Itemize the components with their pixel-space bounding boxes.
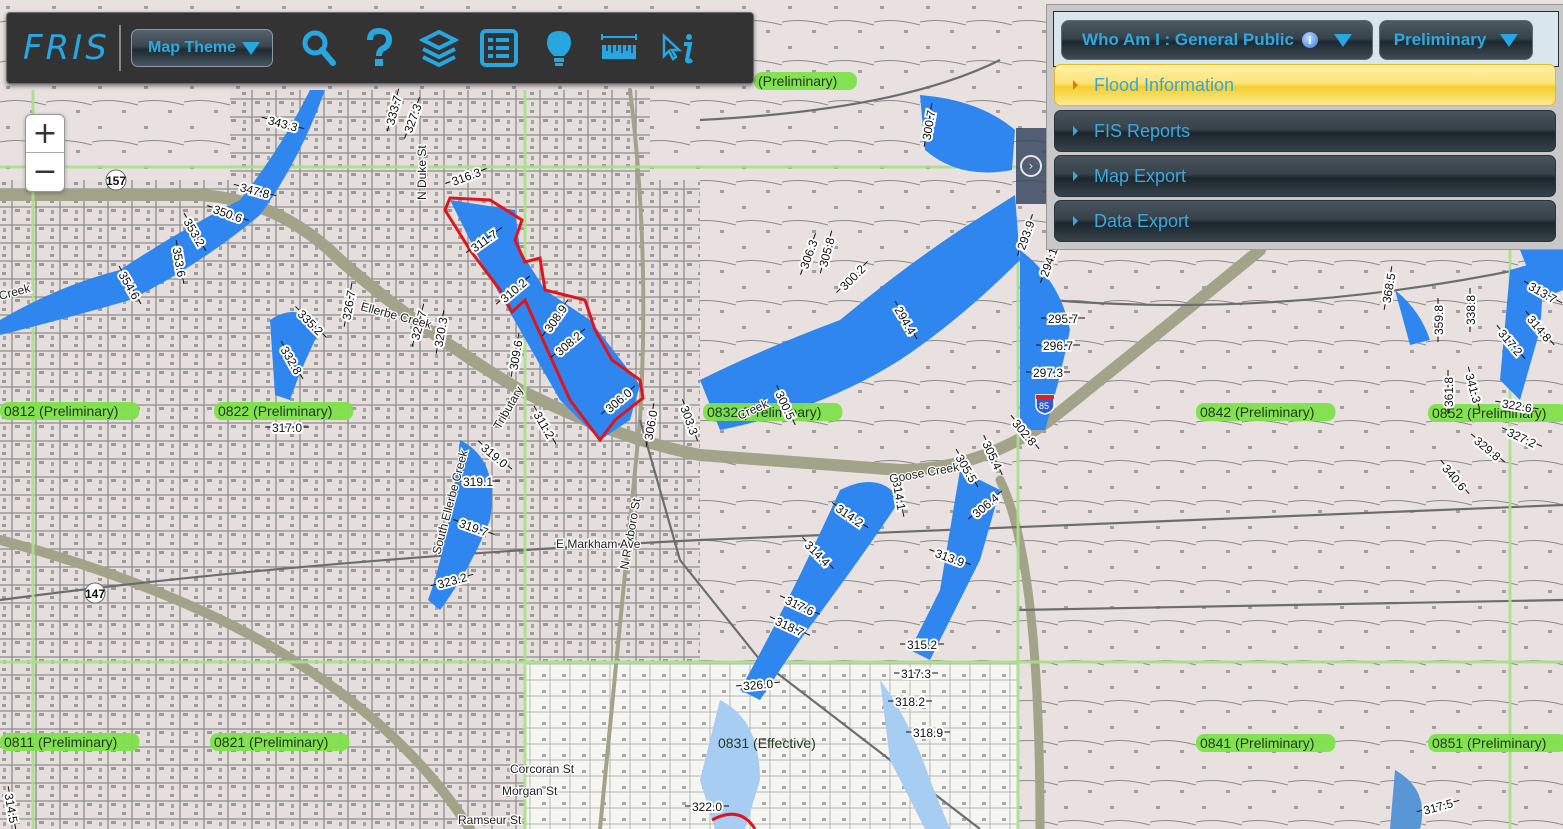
panel-label[interactable]: 0841 (Preliminary) <box>1196 734 1336 752</box>
bfe-label-text: 315.2 <box>907 638 937 652</box>
bfe-label-text: 319.1 <box>463 475 493 489</box>
route-shield: 147 <box>84 582 106 604</box>
street-label: Ramseur St <box>458 813 522 827</box>
panel-label[interactable]: 0821 (Preliminary) <box>210 733 350 751</box>
route-shield: 157 <box>105 169 127 191</box>
status-label: Preliminary <box>1393 30 1487 49</box>
panel-label-text: 0841 (Preliminary) <box>1200 735 1314 751</box>
street-label: Morgan St <box>502 784 558 798</box>
map-theme-label: Map Theme <box>148 39 237 56</box>
section-label: Flood Information <box>1094 74 1235 95</box>
section-label: Map Export <box>1094 165 1187 186</box>
panel-label[interactable]: 0812 (Preliminary) <box>0 402 140 420</box>
panel-label[interactable]: 0842 (Preliminary) <box>1196 403 1336 421</box>
legend-button[interactable] <box>471 20 527 76</box>
shield-number: 157 <box>106 174 126 188</box>
panel-label-text: 0851 (Preliminary) <box>1432 735 1546 751</box>
panel-collapse-button[interactable]: › <box>1016 128 1046 204</box>
tips-button[interactable] <box>531 20 587 76</box>
bfe-label-text: 338.8 <box>1464 295 1478 325</box>
panel-label[interactable]: 0832 (Preliminary) <box>703 403 843 421</box>
caret-right-icon <box>1073 216 1078 226</box>
panel-label-text: 0811 (Preliminary) <box>4 734 117 750</box>
section-data-export[interactable]: Data Export <box>1054 200 1556 242</box>
legend-icon <box>480 29 519 67</box>
bfe-label-text: 326.0 <box>743 677 774 694</box>
identify-icon <box>662 33 694 64</box>
identify-button[interactable] <box>651 20 707 76</box>
street-label: N Duke St <box>415 145 429 200</box>
panel-label[interactable]: (Preliminary) <box>754 72 857 90</box>
section-fis-reports[interactable]: FIS Reports <box>1054 110 1556 152</box>
bfe-label-text: 322.0 <box>692 800 722 814</box>
interstate-shield: 85 <box>1035 394 1055 415</box>
bfe-label-text: 361.8 <box>1442 377 1456 407</box>
panel-label[interactable]: 0851 (Preliminary) <box>1428 734 1563 752</box>
layers-button[interactable] <box>411 20 467 76</box>
shield-top <box>1036 395 1054 399</box>
chevron-down-icon <box>1333 33 1352 47</box>
chevron-down-icon <box>1500 33 1519 47</box>
search-button[interactable] <box>291 20 347 76</box>
zoom-out-button[interactable]: − <box>26 152 64 190</box>
bfe-label-text: 318.2 <box>895 695 925 709</box>
shield-number: 85 <box>1039 401 1049 411</box>
panel-label[interactable]: 0811 (Preliminary) <box>0 733 140 751</box>
status-dropdown[interactable]: Preliminary <box>1379 20 1533 60</box>
zoom-control: + − <box>25 114 65 192</box>
bfe-label-text: 317.3 <box>901 667 931 681</box>
toolbar-divider <box>119 25 121 71</box>
who-am-i-dropdown[interactable]: Who Am I : General Public i <box>1061 20 1373 60</box>
shield-number: 147 <box>85 587 105 601</box>
bfe-label-text: 359.8 <box>1432 305 1446 335</box>
help-icon <box>367 28 393 66</box>
ruler-icon <box>601 34 638 59</box>
panel-label-text: 0831 (Effective) <box>718 735 816 751</box>
section-label: Data Export <box>1094 210 1190 231</box>
panel-label-text: 0812 (Preliminary) <box>4 403 118 419</box>
caret-right-icon <box>1073 126 1078 136</box>
search-icon <box>302 30 337 66</box>
section-map-export[interactable]: Map Export <box>1054 155 1556 197</box>
side-panel: Who Am I : General Public i Preliminary … <box>1046 4 1563 250</box>
zoom-in-button[interactable]: + <box>26 115 64 152</box>
bfe-label-text: 297.3 <box>1033 366 1063 380</box>
bfe-label-text: 296.7 <box>1043 339 1073 353</box>
bfe-label-text: 295.7 <box>1048 312 1078 326</box>
panel-label-text: (Preliminary) <box>758 73 837 89</box>
fris-logo: FRIS <box>23 28 110 68</box>
street-label: E Markham Ave <box>556 537 641 551</box>
bfe-label-text: 317.0 <box>272 421 302 435</box>
side-panel-header: Who Am I : General Public i Preliminary <box>1053 11 1559 67</box>
section-flood-information[interactable]: Flood Information <box>1054 64 1556 106</box>
panel-label[interactable]: 0822 (Preliminary) <box>214 402 354 420</box>
help-button[interactable] <box>351 20 407 76</box>
street-label: Corcoran St <box>510 762 575 776</box>
main-toolbar: FRIS Map Theme <box>6 12 754 84</box>
panel-label-text: 0821 (Preliminary) <box>214 734 328 750</box>
chevron-right-icon: › <box>1020 155 1042 177</box>
map-theme-dropdown[interactable]: Map Theme <box>131 29 274 67</box>
caret-right-icon <box>1073 80 1078 90</box>
section-label: FIS Reports <box>1094 120 1191 141</box>
measure-button[interactable] <box>591 20 647 76</box>
chevron-down-icon <box>242 41 261 55</box>
panel-label-text: 0822 (Preliminary) <box>218 403 332 419</box>
info-icon[interactable]: i <box>1301 32 1318 48</box>
who-am-i-label: Who Am I : General Public <box>1082 30 1294 49</box>
layers-icon <box>419 29 460 68</box>
bfe-label-text: 318.9 <box>913 726 943 740</box>
lightbulb-icon <box>547 31 572 66</box>
caret-right-icon <box>1073 171 1078 181</box>
panel-label-text: 0842 (Preliminary) <box>1200 404 1314 420</box>
